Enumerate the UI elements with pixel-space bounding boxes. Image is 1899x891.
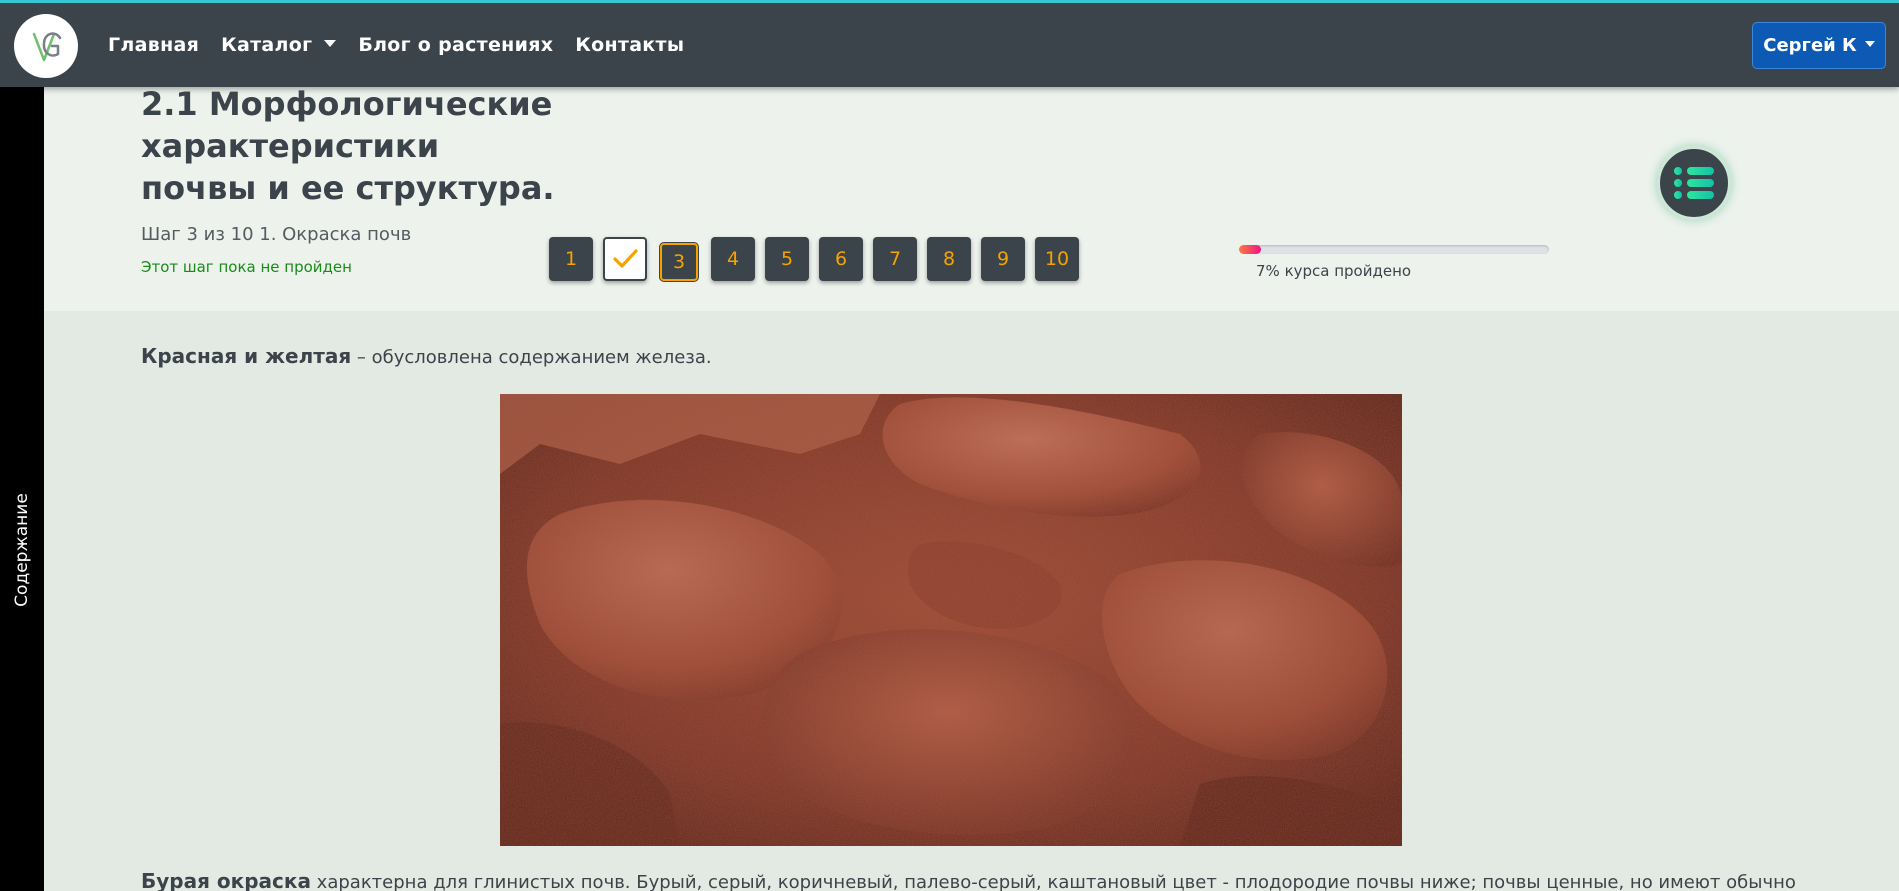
- chevron-down-icon: [324, 40, 337, 47]
- step-button-7[interactable]: 7: [873, 237, 917, 281]
- paragraph-bold-term: Красная и желтая: [141, 344, 352, 368]
- step-info: Шаг 3 из 10 1. Окраска почв: [141, 224, 412, 245]
- top-navbar: Главная Каталог Блог о растениях Контакт…: [0, 0, 1899, 87]
- step-button-2[interactable]: [603, 237, 647, 281]
- step-button-6[interactable]: 6: [819, 237, 863, 281]
- step-button-5[interactable]: 5: [765, 237, 809, 281]
- contents-sidebar-tab[interactable]: Содержание: [0, 87, 44, 891]
- vg-logo-icon: [32, 32, 62, 62]
- page-title: 2.1 Морфологические характеристики почвы…: [141, 85, 555, 207]
- user-name: Сергей К: [1763, 35, 1857, 56]
- step-button-4[interactable]: 4: [711, 237, 755, 281]
- step-button-8[interactable]: 8: [927, 237, 971, 281]
- step-button-10[interactable]: 10: [1035, 237, 1079, 281]
- step-button-3[interactable]: 3: [660, 243, 698, 281]
- nav-link-home[interactable]: Главная: [108, 34, 199, 56]
- red-soil-photo: [500, 394, 1402, 846]
- course-progress-fill: [1239, 245, 1261, 254]
- chevron-down-icon: [1864, 40, 1875, 47]
- contents-sidebar-label: Содержание: [12, 493, 32, 607]
- list-icon: [1674, 167, 1714, 199]
- nav-link-catalog[interactable]: Каталог: [221, 34, 337, 56]
- table-of-contents-button[interactable]: [1657, 146, 1731, 220]
- step-status: Этот шаг пока не пройден: [141, 258, 352, 276]
- site-logo[interactable]: [14, 14, 78, 78]
- check-icon: [613, 249, 638, 268]
- course-progress-label: 7% курса пройдено: [1256, 262, 1412, 280]
- nav-link-catalog-label: Каталог: [221, 34, 313, 56]
- step-navigation: 1 3 4 5 6 7 8 9 10: [549, 237, 1079, 281]
- content-paragraph: Красная и желтая – обусловлена содержани…: [141, 344, 712, 368]
- step-button-1[interactable]: 1: [549, 237, 593, 281]
- step-button-9[interactable]: 9: [981, 237, 1025, 281]
- nav-link-contacts[interactable]: Контакты: [575, 34, 684, 56]
- paragraph-text: характерна для глинистых почв. Бурый, се…: [310, 872, 1796, 891]
- paragraph-text: – обусловлена содержанием железа.: [351, 347, 712, 368]
- course-progress-bar: [1239, 245, 1549, 254]
- red-soil-photo-image: [500, 394, 1402, 846]
- nav-link-blog[interactable]: Блог о растениях: [358, 34, 553, 56]
- paragraph-bold-term: Бурая окраска: [141, 869, 311, 891]
- user-menu-button[interactable]: Сергей К: [1752, 22, 1886, 69]
- content-paragraph: Бурая окраска характерна для глинистых п…: [141, 869, 1796, 891]
